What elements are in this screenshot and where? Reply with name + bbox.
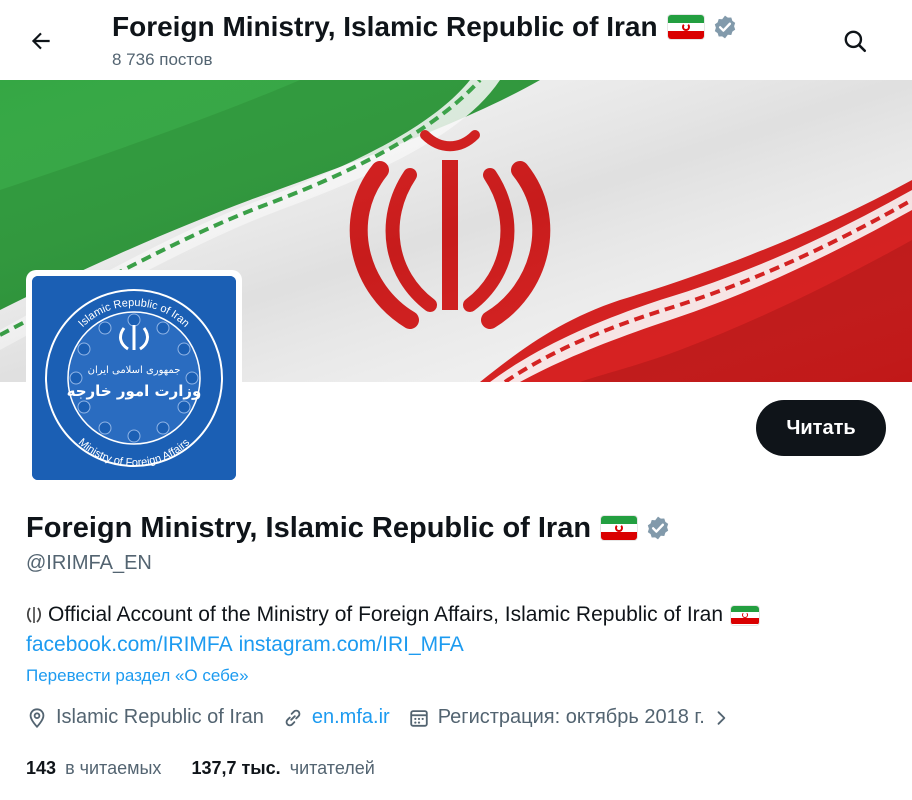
location-text: Islamic Republic of Iran [56, 706, 264, 728]
location-item: Islamic Republic of Iran [26, 706, 264, 729]
iran-flag-icon [667, 15, 704, 39]
calendar-icon [409, 709, 428, 727]
bio-text: Official Account of the Ministry of Fore… [48, 603, 724, 626]
followers-count: 137,7 тыс. [191, 758, 281, 778]
follow-stats: 143 в читаемых 137,7 тыс. читателей [26, 758, 405, 779]
profile-avatar[interactable]: Islamic Republic of Iran Ministry of For… [26, 270, 242, 486]
website-item[interactable]: en.mfa.ir [282, 706, 390, 729]
follow-button[interactable]: Читать [756, 400, 886, 456]
bio-line: Official Account of the Ministry of Fore… [26, 600, 896, 630]
profile-handle: @IRIMFA_EN [26, 552, 152, 574]
following-label: в читаемых [65, 758, 162, 778]
arrow-left-icon [31, 32, 50, 50]
search-icon [844, 30, 867, 53]
verified-badge-icon[interactable] [645, 515, 671, 541]
header-title-row: Foreign Ministry, Islamic Republic of Ir… [112, 8, 738, 46]
joined-text: Регистрация: октябрь 2018 г. [437, 706, 705, 728]
back-button[interactable] [22, 22, 60, 60]
joined-item[interactable]: Регистрация: октябрь 2018 г. [408, 706, 731, 729]
following-stat[interactable]: 143 в читаемых [26, 758, 161, 779]
followers-label: читателей [289, 758, 375, 778]
bio-links: facebook.com/IRIMFA instagram.com/IRI_MF… [26, 630, 896, 660]
header-title: Foreign Ministry, Islamic Republic of Ir… [112, 11, 658, 42]
search-button[interactable] [834, 20, 876, 62]
iran-flag-icon [731, 605, 760, 625]
profile-meta: Islamic Republic of Iran en.mfa.ir Регис… [26, 706, 749, 729]
chevron-right-icon [717, 710, 726, 725]
iran-emblem-icon [26, 607, 42, 623]
instagram-link[interactable]: instagram.com/IRI_MFA [239, 630, 464, 660]
followers-stat[interactable]: 137,7 тыс. читателей [191, 758, 374, 779]
following-count: 143 [26, 758, 57, 778]
avatar-persian-line2: وزارت امور خارجه [67, 382, 202, 400]
profile-name-row: Foreign Ministry, Islamic Republic of Ir… [26, 508, 671, 548]
posts-count: 8 736 постов [112, 50, 213, 69]
website-link[interactable]: en.mfa.ir [312, 706, 390, 729]
profile-bio: Official Account of the Ministry of Fore… [26, 600, 896, 660]
iran-flag-icon [601, 516, 638, 540]
avatar-persian-line1: جمهوری اسلامی ایران [88, 365, 181, 376]
translate-bio-link[interactable]: Перевести раздел «О себе» [26, 666, 249, 686]
top-bar: Foreign Ministry, Islamic Republic of Ir… [0, 0, 912, 80]
profile-name: Foreign Ministry, Islamic Republic of Ir… [26, 511, 592, 544]
link-icon [285, 709, 301, 726]
facebook-link[interactable]: facebook.com/IRIMFA [26, 630, 233, 660]
mfa-seal-logo: Islamic Republic of Iran Ministry of For… [32, 276, 236, 480]
location-pin-icon [29, 707, 45, 728]
verified-badge-icon [714, 15, 735, 39]
